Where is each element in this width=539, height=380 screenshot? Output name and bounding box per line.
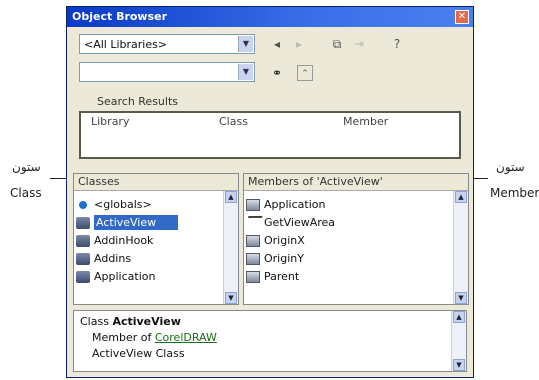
help-icon[interactable]: ? [389,36,405,52]
toggle-search-results-icon[interactable]: ⌃ [297,65,313,81]
details-title: Class ActiveView [80,315,181,328]
member-item-parent[interactable]: Parent [246,268,299,286]
method-icon [244,216,263,230]
details-description: ActiveView Class [92,347,185,360]
chevron-down-icon[interactable]: ▼ [238,64,253,80]
member-item-originx[interactable]: OriginX [246,232,305,250]
title-bar: Object Browser ✕ [67,7,473,27]
details-member-of: Member of CorelDRAW [92,331,217,344]
library-link[interactable]: CorelDRAW [155,331,217,344]
library-select[interactable]: <All Libraries> ▼ [79,34,255,54]
classes-scrollbar[interactable]: ▲ ▼ [223,191,238,304]
search-binoculars-icon[interactable]: ⚭ [269,65,285,81]
member-item-getviewarea[interactable]: GetViewArea [244,214,335,232]
property-icon [246,253,260,265]
details-scrollbar[interactable]: ▲ ▼ [451,311,466,371]
member-item-originy[interactable]: OriginY [246,250,304,268]
scroll-up-icon[interactable]: ▲ [453,311,465,323]
details-class-name: ActiveView [112,315,181,328]
members-pane[interactable]: Members of 'ActiveView' Application GetV… [243,173,469,305]
scroll-up-icon[interactable]: ▲ [225,191,237,203]
members-header: Members of 'ActiveView' [244,174,468,191]
search-results-grid[interactable]: Library Class Member [79,111,461,159]
details-pane: Class ActiveView Member of CorelDRAW Act… [73,310,467,372]
callout-class-label: Class [10,186,42,200]
column-library[interactable]: Library [91,115,129,128]
search-input[interactable]: ▼ [79,62,255,82]
callout-member-label: Member [490,186,539,200]
property-icon [246,235,260,247]
property-icon [246,199,260,211]
object-browser-window: Object Browser ✕ <All Libraries> ▼ ▼ ◂ ▸… [66,6,474,378]
scroll-down-icon[interactable]: ▼ [455,292,467,304]
classes-pane[interactable]: Classes <globals> ActiveView AddinHook A… [73,173,239,305]
class-icon [76,235,90,247]
column-member[interactable]: Member [343,115,388,128]
classes-header: Classes [74,174,238,191]
class-item-activeview[interactable]: ActiveView [76,214,179,232]
class-icon [76,217,90,229]
scroll-up-icon[interactable]: ▲ [455,191,467,203]
class-item-globals[interactable]: <globals> [76,196,152,214]
globals-icon [79,201,87,209]
column-class[interactable]: Class [219,115,248,128]
class-item-addins[interactable]: Addins [76,250,131,268]
class-icon [76,271,90,283]
scroll-down-icon[interactable]: ▼ [225,292,237,304]
back-icon[interactable]: ◂ [269,36,285,52]
scroll-down-icon[interactable]: ▼ [453,359,465,371]
class-item-addinhook[interactable]: AddinHook [76,232,153,250]
property-icon [246,271,260,283]
class-icon [76,253,90,265]
callout-member-arabic: ستون [496,160,525,174]
view-definition-icon[interactable]: ⇥ [351,36,367,52]
copy-icon[interactable]: ⧉ [329,36,345,52]
member-item-application[interactable]: Application [246,196,325,214]
class-item-application[interactable]: Application [76,268,155,286]
close-icon[interactable]: ✕ [455,10,469,24]
forward-icon[interactable]: ▸ [291,36,307,52]
library-select-value: <All Libraries> [84,38,168,51]
window-title: Object Browser [72,10,168,23]
callout-class-arabic: ستون [12,160,41,174]
search-results-label: Search Results [97,95,179,108]
members-scrollbar[interactable]: ▲ ▼ [453,191,468,304]
chevron-down-icon[interactable]: ▼ [238,36,253,52]
